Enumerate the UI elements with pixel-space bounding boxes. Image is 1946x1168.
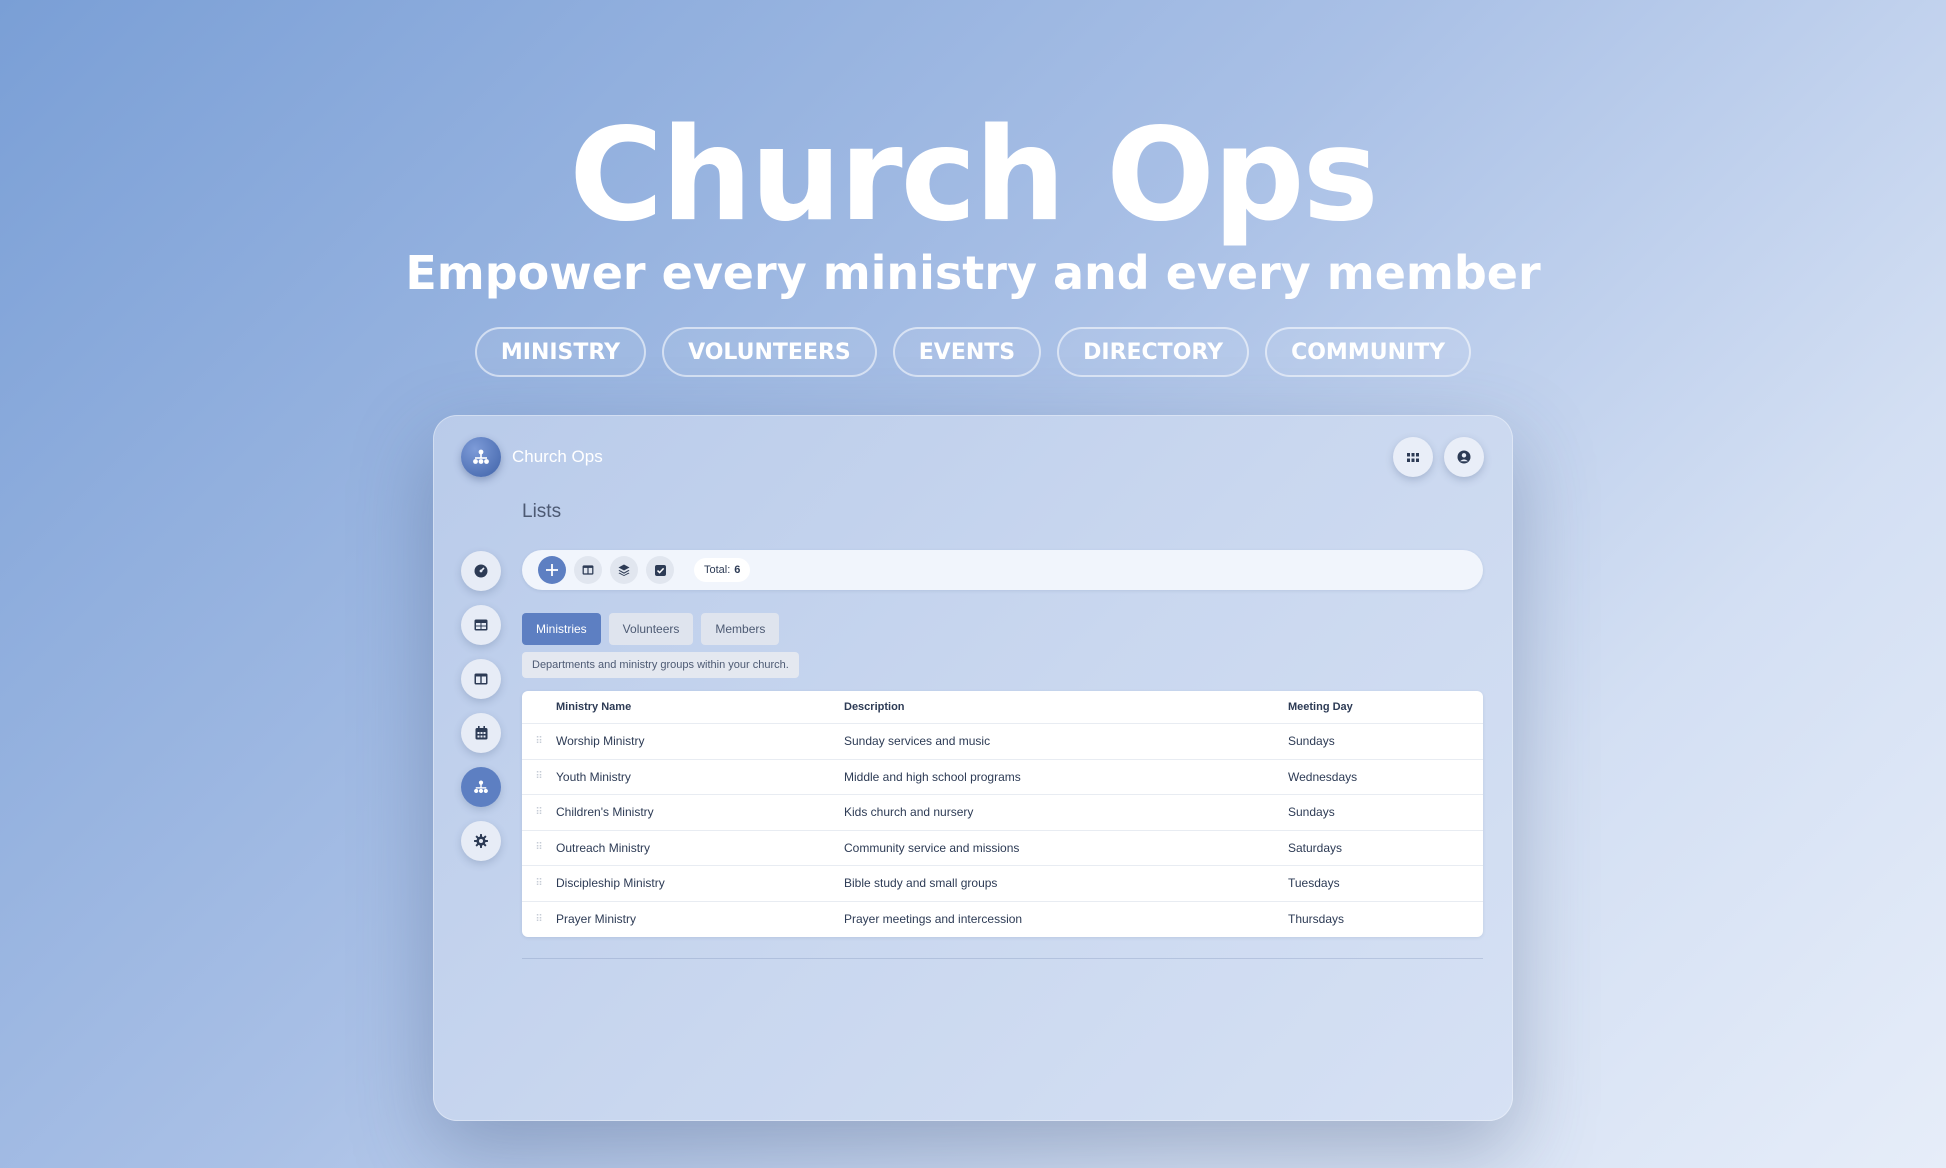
table-row[interactable]: ⠿ Children's Ministry Kids church and nu…	[522, 795, 1483, 831]
hero-subtitle: Empower every ministry and every member	[405, 246, 1541, 300]
sidebar-item-dashboard[interactable]	[461, 551, 501, 591]
columns-icon	[582, 565, 594, 575]
meeting-day: Thursdays	[1288, 912, 1345, 927]
drag-handle-icon[interactable]: ⠿	[522, 842, 556, 853]
table-icon	[474, 619, 488, 631]
ministry-icon	[473, 780, 489, 794]
table-row[interactable]: ⠿ Outreach Ministry Community service an…	[522, 831, 1483, 866]
meeting-day: Tuesdays	[1288, 876, 1340, 891]
ministry-name: Worship Ministry	[556, 734, 645, 749]
ministry-name: Youth Ministry	[556, 769, 631, 784]
sidebar-item-settings[interactable]	[461, 821, 501, 861]
app-logo[interactable]	[461, 437, 501, 477]
meeting-day: Saturdays	[1288, 840, 1343, 855]
page-title: Lists	[522, 501, 562, 522]
ministry-description: Community service and missions	[844, 840, 1020, 855]
plus-icon	[546, 564, 558, 576]
table-row[interactable]: ⠿ Youth Ministry Middle and high school …	[522, 760, 1483, 795]
total-count: Total: 6	[694, 558, 751, 582]
total-value: 6	[734, 564, 741, 576]
table-row[interactable]: ⠿ Discipleship Ministry Bible study and …	[522, 866, 1483, 902]
meeting-day: Sundays	[1288, 734, 1335, 749]
drag-handle-icon[interactable]: ⠿	[522, 736, 556, 747]
pill-ministry: MINISTRY	[474, 327, 647, 377]
drag-handle-icon[interactable]: ⠿	[522, 878, 556, 889]
column-header-description[interactable]: Description	[844, 701, 1288, 713]
sidebar-item-calendar[interactable]	[461, 713, 501, 753]
ministries-table: Ministry Name Description Meeting Day ⠿ …	[522, 691, 1483, 937]
table-header: Ministry Name Description Meeting Day	[522, 691, 1483, 724]
ministry-description: Sunday services and music	[844, 734, 991, 749]
drag-handle-icon[interactable]: ⠿	[522, 807, 556, 818]
total-label: Total:	[704, 564, 731, 576]
sidebar-item-table[interactable]	[461, 605, 501, 645]
app-window: Church Ops Lists Total: 6 Ministries Vol…	[433, 415, 1513, 1121]
drag-handle-icon[interactable]: ⠿	[522, 914, 556, 925]
drag-handle-icon[interactable]: ⠿	[522, 771, 556, 782]
app-name: Church Ops	[512, 447, 603, 466]
layers-button[interactable]	[610, 556, 638, 584]
tab-volunteers[interactable]: Volunteers	[608, 613, 694, 645]
ministry-description: Kids church and nursery	[844, 805, 974, 820]
ministry-description: Bible study and small groups	[844, 876, 998, 891]
meeting-day: Wednesdays	[1288, 769, 1358, 784]
ministry-icon	[472, 449, 490, 465]
calendar-icon	[475, 726, 488, 740]
pill-community: COMMUNITY	[1265, 327, 1472, 377]
ministry-description: Middle and high school programs	[844, 769, 1021, 784]
table-row[interactable]: ⠿ Prayer Ministry Prayer meetings and in…	[522, 902, 1483, 938]
settings-icon	[474, 834, 488, 848]
layers-icon	[618, 564, 630, 576]
list-tabs: Ministries Volunteers Members	[522, 613, 780, 645]
add-button[interactable]	[538, 556, 566, 584]
user-circle-icon	[1457, 450, 1471, 464]
ministry-name: Prayer Ministry	[556, 912, 637, 927]
checkbox-icon	[654, 564, 666, 576]
tab-members[interactable]: Members	[701, 613, 780, 645]
dashboard-icon	[474, 564, 488, 578]
meeting-day: Sundays	[1288, 805, 1335, 820]
list-toolbar: Total: 6	[522, 550, 1483, 590]
column-header-name[interactable]: Ministry Name	[556, 701, 844, 713]
tab-description: Departments and ministry groups within y…	[522, 652, 799, 678]
apps-grid-button[interactable]	[1393, 437, 1433, 477]
feature-pills: MINISTRY VOLUNTEERS EVENTS DIRECTORY COM…	[0, 327, 1946, 377]
tab-ministries[interactable]: Ministries	[522, 613, 601, 645]
pill-directory: DIRECTORY	[1057, 327, 1250, 377]
columns-view-button[interactable]	[574, 556, 602, 584]
sidebar-item-ministries[interactable]	[461, 767, 501, 807]
column-header-meeting-day[interactable]: Meeting Day	[1288, 701, 1483, 713]
pill-events: EVENTS	[892, 327, 1042, 377]
hero-title: Church Ops	[569, 101, 1379, 250]
pill-volunteers: VOLUNTEERS	[662, 327, 877, 377]
account-button[interactable]	[1444, 437, 1484, 477]
content-divider	[522, 958, 1483, 959]
ministry-description: Prayer meetings and intercession	[844, 912, 1023, 927]
ministry-name: Outreach Ministry	[556, 840, 651, 855]
columns-icon	[474, 673, 488, 685]
ministry-name: Discipleship Ministry	[556, 876, 665, 891]
select-all-button[interactable]	[646, 556, 674, 584]
grid-icon	[1407, 452, 1419, 462]
table-row[interactable]: ⠿ Worship Ministry Sunday services and m…	[522, 724, 1483, 760]
sidebar-item-columns[interactable]	[461, 659, 501, 699]
ministry-name: Children's Ministry	[556, 805, 654, 820]
